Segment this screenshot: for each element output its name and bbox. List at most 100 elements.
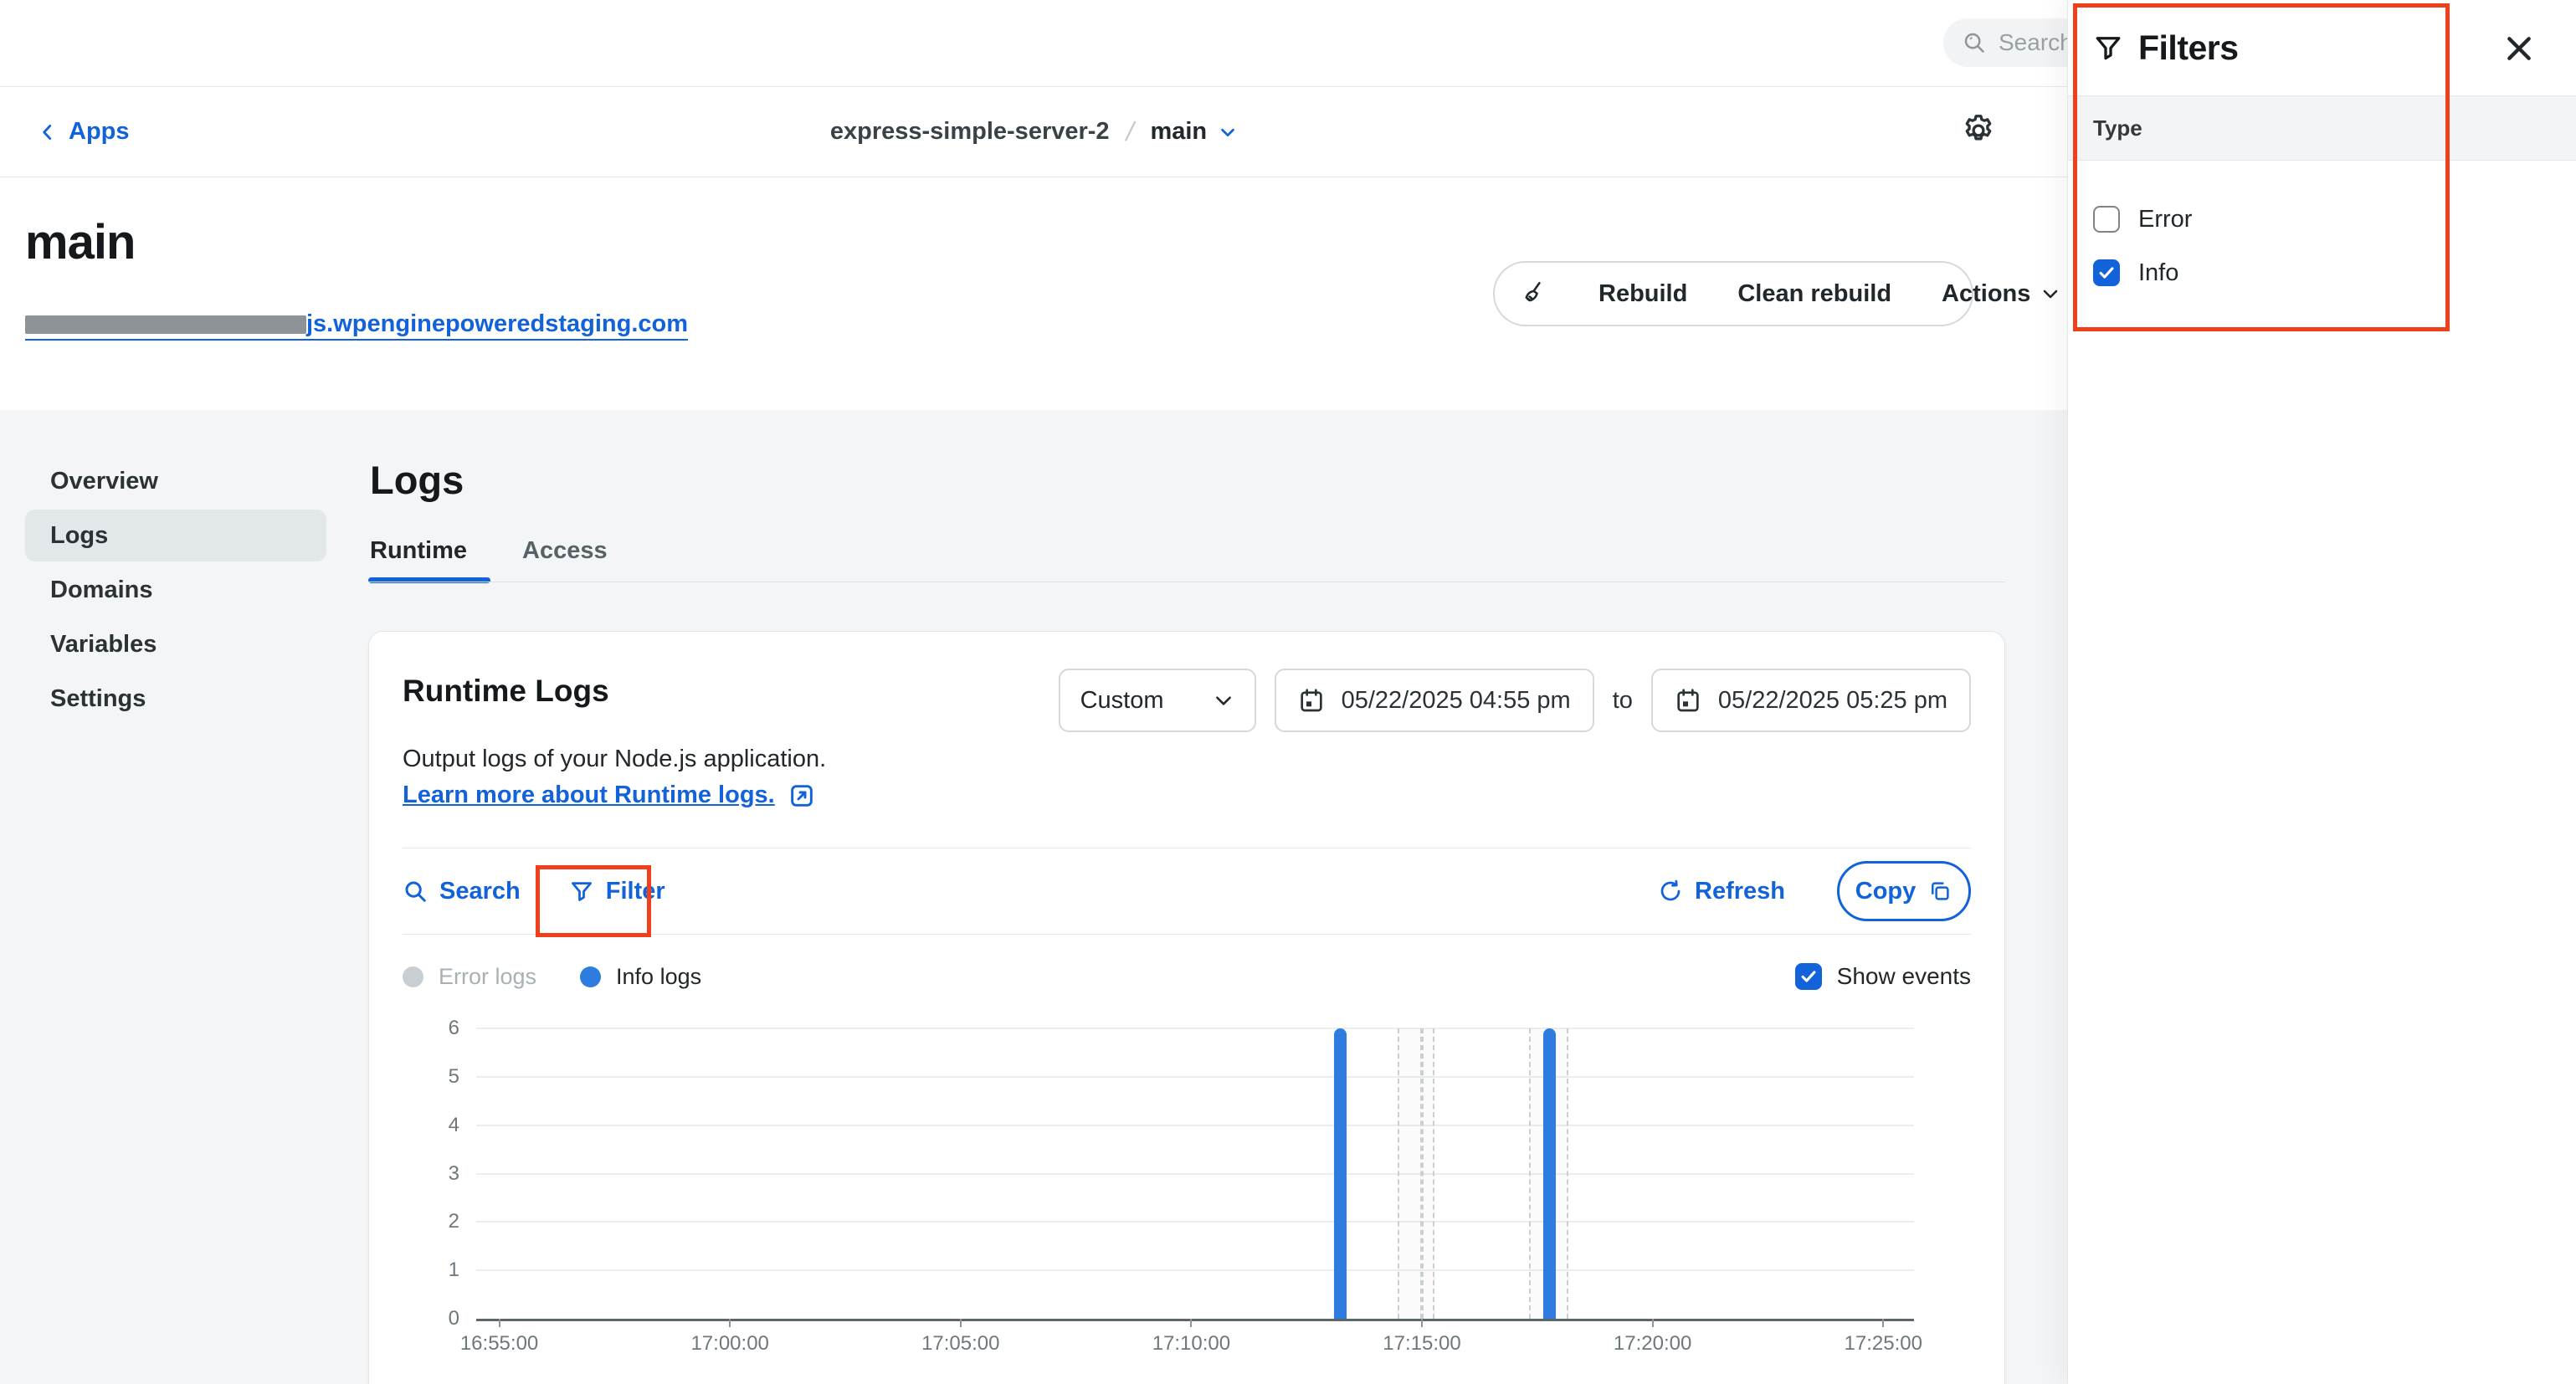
info-option-label: Info bbox=[2138, 259, 2178, 287]
page-title: main bbox=[25, 214, 135, 270]
rebuild-button[interactable]: Rebuild bbox=[1573, 263, 1712, 325]
x-axis-tick bbox=[1882, 1319, 1884, 1327]
environment-url-link[interactable]: js.wpenginepoweredstaging.com bbox=[25, 311, 688, 341]
legend-item-info-logs[interactable]: Info logs bbox=[580, 964, 701, 990]
show-events-label: Show events bbox=[1837, 963, 1971, 990]
time-range-controls: Custom 05/22/2025 04:55 pm to 05/22/2025… bbox=[1059, 669, 1971, 732]
filter-section-type: Type bbox=[2068, 95, 2576, 161]
logs-toolbar: Search Filter Refresh Copy bbox=[403, 848, 1971, 934]
y-gridline bbox=[476, 1076, 1914, 1078]
y-axis-label: 3 bbox=[449, 1162, 459, 1186]
settings-gear-button[interactable] bbox=[1960, 112, 2000, 152]
refresh-label: Refresh bbox=[1695, 878, 1785, 905]
card-title: Runtime Logs bbox=[403, 669, 609, 709]
y-axis-label: 2 bbox=[449, 1210, 459, 1233]
filter-option-info[interactable]: Info bbox=[2093, 246, 2576, 300]
card-description: Output logs of your Node.js application. bbox=[403, 746, 1971, 773]
sidebar-item-domains[interactable]: Domains bbox=[25, 564, 326, 616]
external-link-icon bbox=[788, 782, 815, 809]
legend-item-error-logs[interactable]: Error logs bbox=[403, 964, 536, 990]
y-gridline bbox=[476, 1028, 1914, 1029]
check-icon bbox=[2097, 264, 2116, 282]
chart-plot: 012345616:55:0017:00:0017:05:0017:10:001… bbox=[476, 1028, 1914, 1321]
filter-label: Filter bbox=[606, 878, 665, 905]
actions-dropdown-button[interactable]: Actions bbox=[1917, 263, 2086, 325]
event-band bbox=[1422, 1028, 1434, 1319]
y-axis-label: 0 bbox=[449, 1307, 459, 1330]
filters-panel-title: Filters bbox=[2138, 28, 2239, 68]
copy-icon bbox=[1927, 879, 1953, 904]
date-to-input[interactable]: 05/22/2025 05:25 pm bbox=[1651, 669, 1971, 732]
info-checkbox[interactable] bbox=[2093, 259, 2120, 286]
search-icon bbox=[403, 879, 428, 904]
refresh-logs-button[interactable]: Refresh bbox=[1658, 878, 1785, 905]
copy-label: Copy bbox=[1855, 878, 1917, 905]
x-axis-tick bbox=[960, 1319, 962, 1327]
filter-logs-button[interactable]: Filter bbox=[569, 878, 665, 905]
x-axis-tick bbox=[499, 1319, 500, 1327]
funnel-icon bbox=[2093, 33, 2123, 63]
event-band bbox=[1398, 1028, 1422, 1319]
redacted-url-segment bbox=[25, 315, 306, 334]
breadcrumb: express-simple-server-2 / main bbox=[0, 87, 2067, 177]
close-panel-button[interactable] bbox=[2502, 32, 2536, 65]
breadcrumb-env-switcher[interactable]: main bbox=[1150, 118, 1237, 146]
funnel-icon bbox=[569, 879, 594, 904]
copy-logs-button[interactable]: Copy bbox=[1837, 861, 1971, 921]
chevron-down-icon bbox=[1219, 123, 1237, 141]
y-gridline bbox=[476, 1173, 1914, 1175]
x-axis-label: 17:10:00 bbox=[1152, 1332, 1230, 1356]
show-events-checkbox[interactable] bbox=[1795, 963, 1822, 990]
breadcrumb-app: express-simple-server-2 bbox=[830, 118, 1110, 146]
app-root: Apps express-simple-server-2 / main main… bbox=[0, 0, 2576, 1384]
date-from-value: 05/22/2025 04:55 pm bbox=[1342, 687, 1571, 715]
x-axis-label: 17:25:00 bbox=[1845, 1332, 1922, 1356]
y-axis-label: 4 bbox=[449, 1114, 459, 1137]
x-axis-label: 17:05:00 bbox=[921, 1332, 999, 1356]
x-axis-tick bbox=[1421, 1319, 1423, 1327]
clean-cache-button[interactable] bbox=[1495, 263, 1573, 325]
y-axis-label: 1 bbox=[449, 1258, 459, 1282]
legend-label-0: Error logs bbox=[439, 964, 536, 990]
breadcrumb-env-label: main bbox=[1150, 118, 1207, 146]
tab-access[interactable]: Access bbox=[522, 537, 608, 585]
actions-label: Actions bbox=[1942, 280, 2030, 308]
check-icon bbox=[1799, 967, 1818, 986]
search-logs-button[interactable]: Search bbox=[403, 878, 521, 905]
x-axis-label: 17:20:00 bbox=[1614, 1332, 1691, 1356]
breadcrumb-separator: / bbox=[1123, 116, 1137, 147]
date-from-input[interactable]: 05/22/2025 04:55 pm bbox=[1275, 669, 1594, 732]
filters-panel-header: Filters bbox=[2068, 0, 2576, 95]
refresh-icon bbox=[1658, 879, 1683, 904]
y-gridline bbox=[476, 1125, 1914, 1126]
sidebar-item-settings[interactable]: Settings bbox=[25, 673, 326, 725]
environment-url-text: js.wpenginepoweredstaging.com bbox=[306, 311, 688, 336]
sidebar-item-overview[interactable]: Overview bbox=[25, 455, 326, 507]
date-to-value: 05/22/2025 05:25 pm bbox=[1718, 687, 1947, 715]
sidebar-item-variables[interactable]: Variables bbox=[25, 618, 326, 670]
chart-legend: Error logs Info logs Show events bbox=[403, 963, 1971, 990]
show-events-toggle[interactable]: Show events bbox=[1795, 963, 1971, 990]
x-axis-label: 17:15:00 bbox=[1383, 1332, 1460, 1356]
close-icon bbox=[2502, 32, 2536, 65]
runtime-logs-card: Runtime Logs Custom 05/22/2025 04:55 pm … bbox=[368, 631, 2005, 1384]
logs-page-title: Logs bbox=[370, 457, 464, 503]
time-range-select[interactable]: Custom bbox=[1059, 669, 1256, 732]
gear-icon bbox=[1960, 112, 1997, 149]
clean-rebuild-button[interactable]: Clean rebuild bbox=[1712, 263, 1917, 325]
sidebar-item-logs[interactable]: Logs bbox=[25, 510, 326, 561]
calendar-icon bbox=[1298, 687, 1325, 714]
filter-option-error[interactable]: Error bbox=[2093, 192, 2576, 246]
error-checkbox[interactable] bbox=[2093, 206, 2120, 233]
learn-more-link[interactable]: Learn more about Runtime logs. bbox=[403, 782, 1971, 809]
search-icon bbox=[1962, 30, 1987, 55]
time-range-value: Custom bbox=[1080, 687, 1164, 715]
chevron-down-icon bbox=[1213, 689, 1234, 711]
error-option-label: Error bbox=[2138, 206, 2192, 233]
x-axis-tick bbox=[729, 1319, 731, 1327]
chevron-down-icon bbox=[2040, 284, 2060, 304]
legend-label-1: Info logs bbox=[616, 964, 701, 990]
chart-bar[interactable] bbox=[1543, 1028, 1556, 1319]
chart-bar[interactable] bbox=[1334, 1028, 1347, 1319]
y-axis-label: 6 bbox=[449, 1017, 459, 1040]
